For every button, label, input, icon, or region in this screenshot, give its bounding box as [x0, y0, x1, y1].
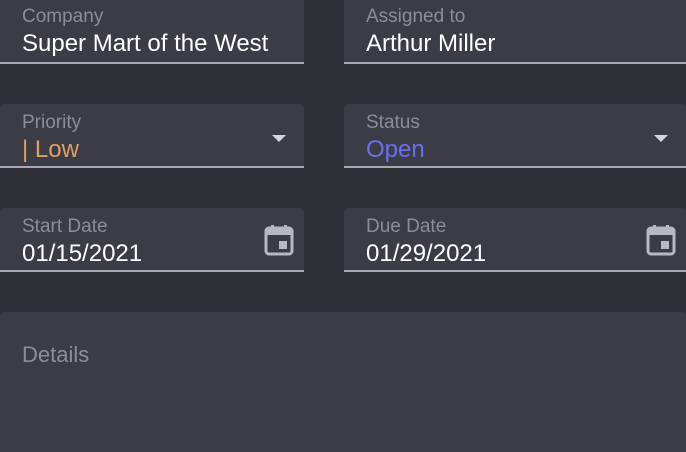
due-date-field[interactable]: Due Date 01/29/2021: [344, 208, 686, 272]
priority-select[interactable]: Priority | Low: [0, 104, 304, 168]
details-label: Details: [22, 342, 90, 367]
start-date-field[interactable]: Start Date 01/15/2021: [0, 208, 304, 272]
status-label: Status: [366, 112, 420, 133]
priority-label: Priority: [22, 112, 82, 133]
company-field[interactable]: Company Super Mart of the West: [0, 0, 304, 64]
dropdown-arrow-icon[interactable]: [272, 135, 286, 142]
details-textarea[interactable]: Details: [0, 312, 686, 452]
start-date-value: 01/15/2021: [22, 240, 143, 267]
calendar-icon[interactable]: [264, 224, 294, 256]
assigned-to-value: Arthur Miller: [366, 30, 496, 57]
due-date-value: 01/29/2021: [366, 240, 487, 267]
dropdown-arrow-icon[interactable]: [654, 135, 668, 142]
assigned-to-field[interactable]: Assigned to Arthur Miller: [344, 0, 686, 64]
company-label: Company: [22, 6, 104, 27]
start-date-label: Start Date: [22, 216, 108, 237]
assigned-to-label: Assigned to: [366, 6, 466, 27]
status-select[interactable]: Status Open: [344, 104, 686, 168]
company-value: Super Mart of the West: [22, 30, 269, 57]
priority-value: | Low: [22, 136, 79, 163]
due-date-label: Due Date: [366, 216, 447, 237]
status-value: Open: [366, 136, 425, 163]
calendar-icon[interactable]: [646, 224, 676, 256]
